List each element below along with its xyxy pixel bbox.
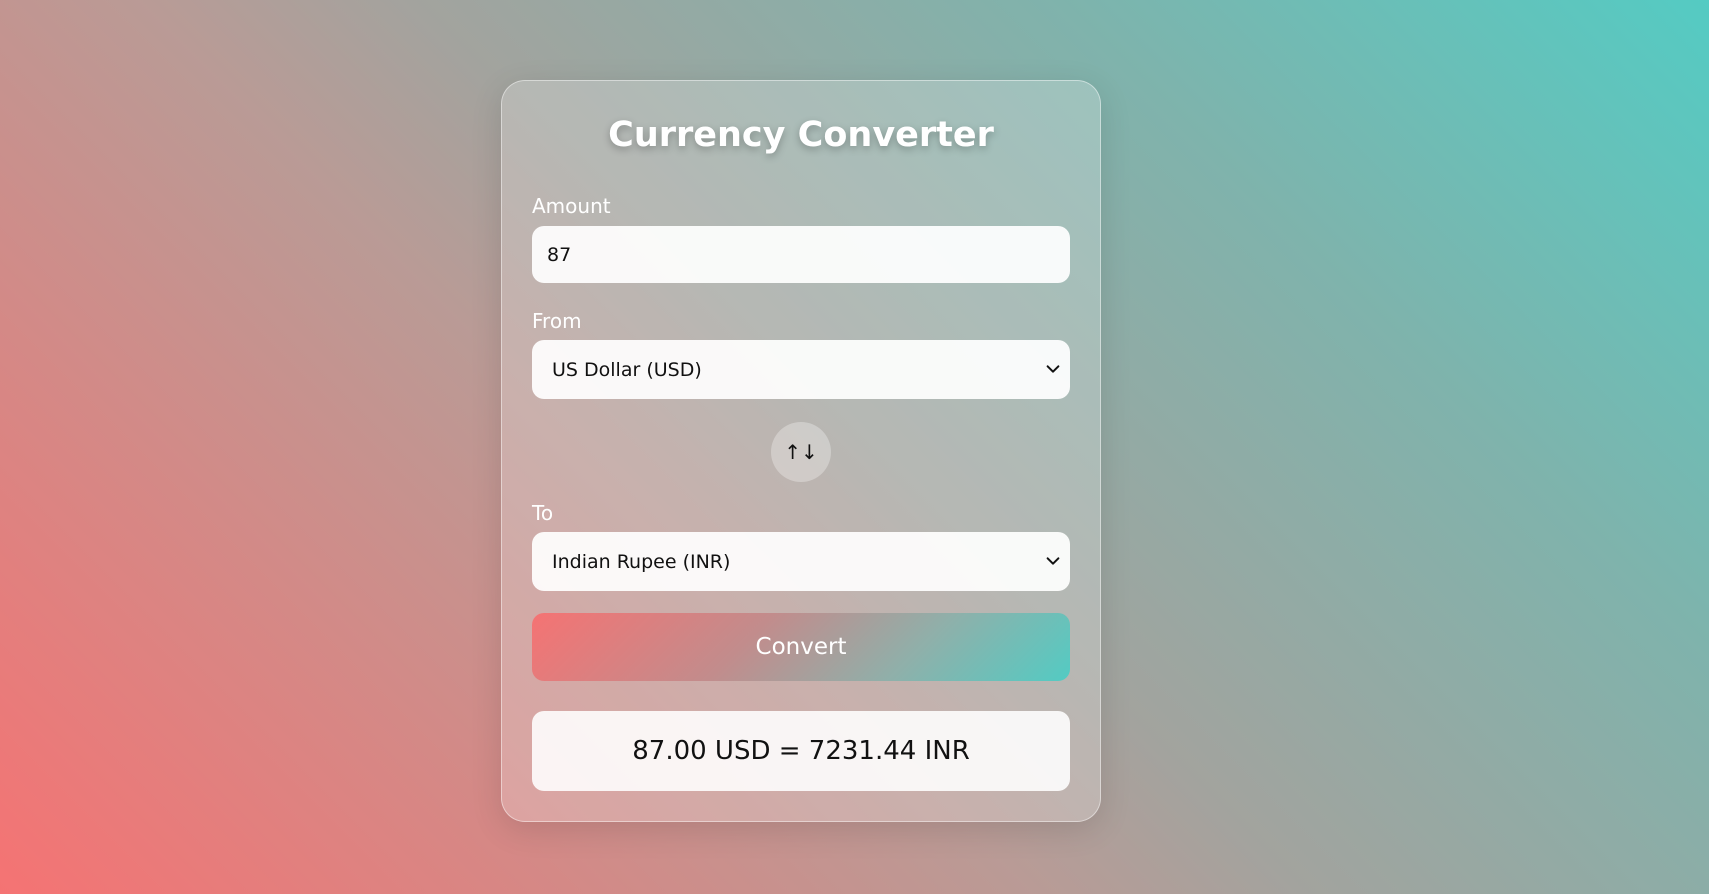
swap-button[interactable]: ↑↓ [771, 422, 831, 482]
conversion-result: 87.00 USD = 7231.44 INR [532, 711, 1070, 791]
to-currency-select[interactable]: Indian Rupee (INR) [532, 532, 1070, 591]
from-label: From [532, 309, 582, 333]
amount-label: Amount [532, 194, 611, 218]
chevron-down-icon [1046, 556, 1060, 565]
page-title: Currency Converter [608, 115, 994, 155]
to-label: To [532, 501, 554, 525]
converter-card: Currency Converter Amount From US Dollar… [501, 80, 1101, 822]
to-currency-value: Indian Rupee (INR) [552, 550, 731, 573]
amount-input[interactable] [532, 226, 1070, 283]
result-text: 87.00 USD = 7231.44 INR [632, 736, 970, 766]
chevron-down-icon [1046, 364, 1060, 373]
swap-arrows-icon: ↑↓ [784, 440, 818, 464]
from-currency-select[interactable]: US Dollar (USD) [532, 340, 1070, 399]
convert-button[interactable]: Convert [532, 613, 1070, 681]
from-currency-value: US Dollar (USD) [552, 358, 702, 381]
